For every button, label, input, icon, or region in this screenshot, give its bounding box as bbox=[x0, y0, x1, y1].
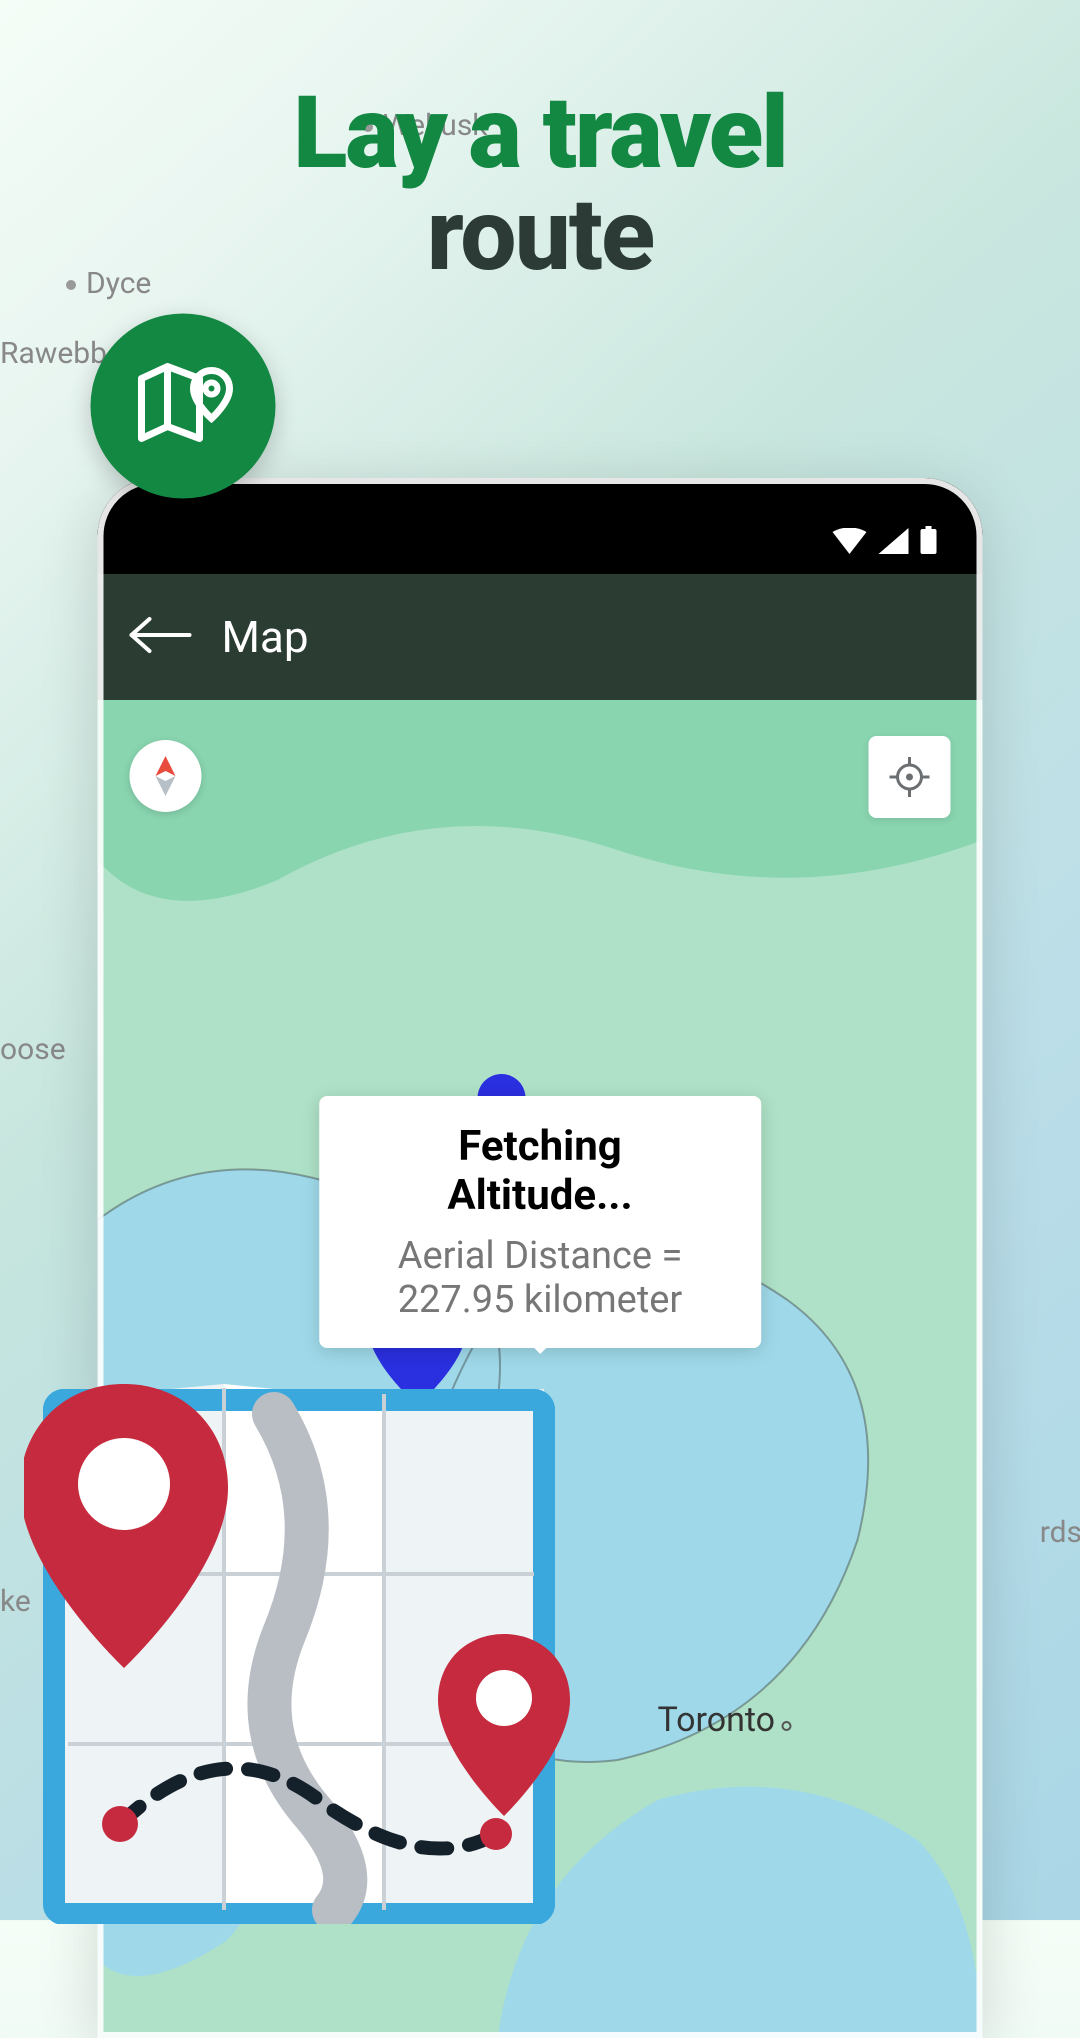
hero-title: Lay a travel route bbox=[0, 75, 1080, 294]
bg-label: Rawebb bbox=[0, 336, 107, 371]
battery-icon bbox=[921, 526, 937, 554]
hero-line2: route bbox=[0, 177, 1080, 294]
cell-signal-icon bbox=[879, 528, 909, 554]
wifi-icon bbox=[833, 528, 867, 554]
app-bar: Map bbox=[98, 574, 983, 700]
bg-label: oose bbox=[0, 1032, 66, 1067]
info-window-title: Fetching Altitude... bbox=[363, 1122, 718, 1220]
compass-button[interactable] bbox=[130, 740, 202, 812]
city-dot-icon bbox=[781, 1721, 791, 1731]
app-bar-title: Map bbox=[222, 611, 309, 663]
info-window-distance: Aerial Distance = 227.95 kilometer bbox=[363, 1234, 718, 1322]
fold-map-illustration bbox=[24, 1334, 574, 1924]
map-info-window: Fetching Altitude... Aerial Distance = 2… bbox=[319, 1096, 762, 1348]
bg-label: rds bbox=[1040, 1515, 1080, 1550]
back-arrow-icon[interactable] bbox=[128, 616, 194, 658]
map-city-label: Toronto bbox=[658, 1700, 792, 1740]
hero-line1: Lay a travel bbox=[0, 75, 1080, 192]
locate-button[interactable] bbox=[869, 736, 951, 818]
status-bar bbox=[98, 478, 983, 574]
map-badge-icon bbox=[91, 314, 276, 499]
